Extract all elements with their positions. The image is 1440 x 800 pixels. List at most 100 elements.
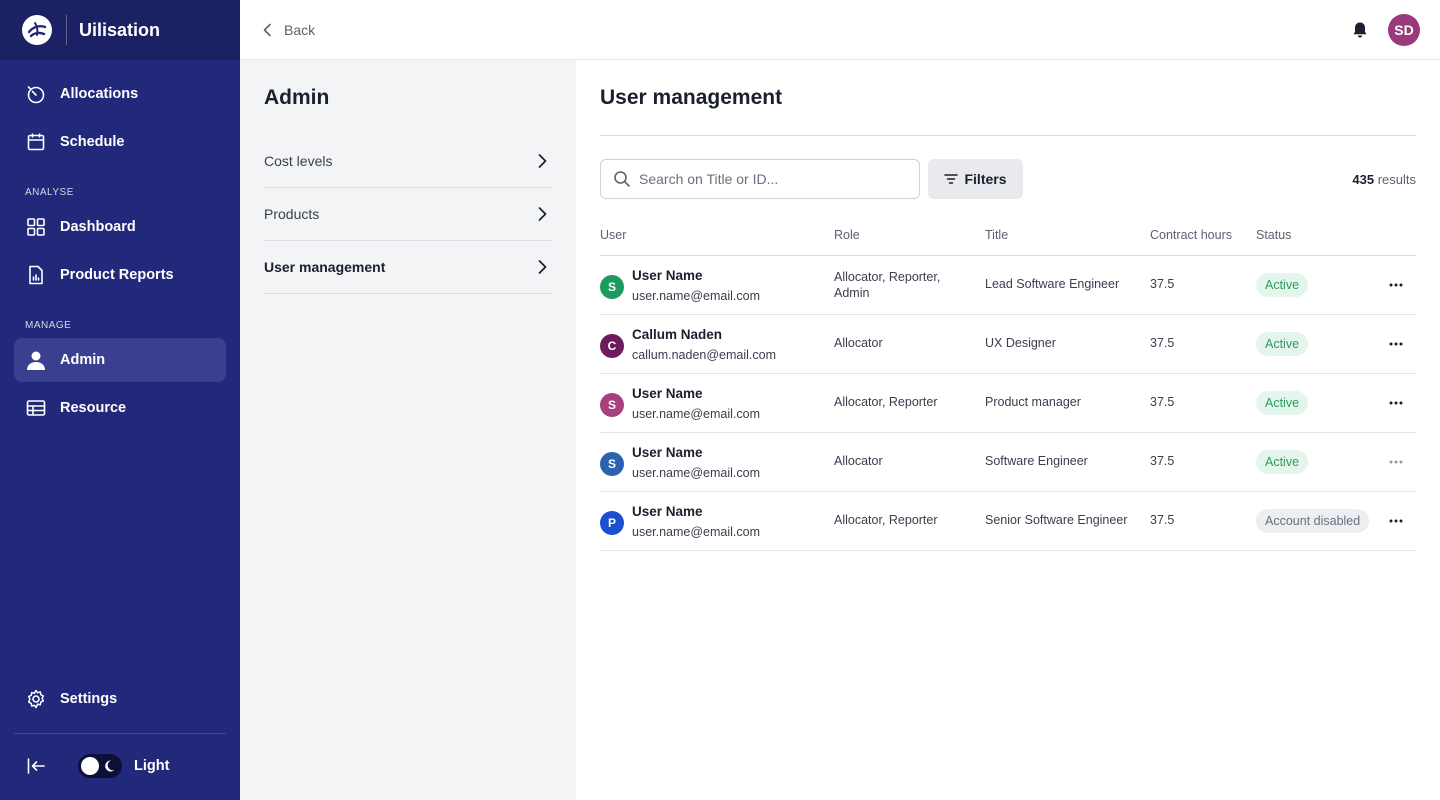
topbar: Back SD	[240, 0, 1440, 60]
theme-label: Light	[134, 758, 170, 774]
more-options-icon[interactable]	[1386, 452, 1406, 472]
brand-name: Uilisation	[79, 19, 161, 40]
user-icon	[26, 350, 46, 370]
user-table: User Role Title Contract hours Status S …	[600, 219, 1416, 551]
admin-item-label: Cost levels	[264, 153, 333, 169]
theme-toggle[interactable]	[78, 754, 122, 778]
user-name: Callum Naden	[632, 327, 723, 342]
toggle-knob	[81, 757, 99, 775]
table-row[interactable]: S User Name user.name@email.com Allocato…	[600, 433, 1416, 492]
sidebar-item-admin[interactable]: Admin	[14, 338, 226, 382]
nav-section-manage: MANAGE	[25, 320, 72, 331]
user-title: UX Designer	[985, 336, 1056, 350]
column-header-status[interactable]: Status	[1256, 228, 1291, 242]
sidebar-item-resource[interactable]: Resource	[14, 386, 226, 430]
sidebar-item-label: Dashboard	[60, 219, 136, 235]
sidebar-item-dashboard[interactable]: Dashboard	[14, 205, 226, 249]
status-badge: Active	[1256, 273, 1309, 297]
user-name: User Name	[632, 268, 703, 283]
admin-item-products[interactable]: Products	[264, 188, 552, 241]
results-count: 435 results	[1352, 172, 1416, 187]
moon-icon	[105, 760, 115, 772]
table-row[interactable]: S User Name user.name@email.com Allocato…	[600, 256, 1416, 315]
admin-item-cost-levels[interactable]: Cost levels	[264, 135, 552, 188]
status-badge: Account disabled	[1256, 509, 1370, 533]
brand-logo-icon	[22, 15, 52, 45]
table-header: User Role Title Contract hours Status	[600, 219, 1416, 256]
report-icon	[26, 265, 46, 285]
user-name: User Name	[632, 445, 703, 460]
back-button[interactable]: Back	[262, 20, 315, 40]
user-avatar: P	[600, 511, 624, 535]
chevron-right-icon	[538, 260, 547, 274]
filters-button[interactable]: Filters	[928, 159, 1023, 199]
user-avatar: S	[600, 393, 624, 417]
chevron-left-icon	[262, 20, 276, 40]
sidebar-item-schedule[interactable]: Schedule	[14, 120, 226, 164]
user-email: callum.naden@email.com	[632, 348, 777, 362]
avatar[interactable]: SD	[1388, 14, 1420, 46]
calendar-icon	[26, 132, 46, 152]
search-box[interactable]	[600, 159, 920, 199]
admin-title: Admin	[264, 86, 330, 109]
user-title: Software Engineer	[985, 454, 1088, 468]
sidebar-item-label: Product Reports	[60, 267, 174, 283]
user-avatar: S	[600, 452, 624, 476]
status-badge: Active	[1256, 332, 1309, 356]
collapse-sidebar-icon[interactable]	[26, 756, 46, 776]
user-title: Product manager	[985, 395, 1081, 409]
user-role: Allocator	[834, 454, 883, 468]
admin-panel: Admin Cost levels Products User manageme…	[240, 60, 576, 800]
grid-icon	[26, 217, 46, 237]
sidebar-item-label: Resource	[60, 400, 127, 416]
more-options-icon[interactable]	[1386, 511, 1406, 531]
sidebar-item-label: Settings	[60, 691, 118, 707]
back-label: Back	[284, 22, 316, 38]
search-input[interactable]	[639, 171, 909, 187]
user-title: Lead Software Engineer	[985, 277, 1120, 291]
chevron-right-icon	[538, 207, 547, 221]
sidebar-item-allocations[interactable]: Allocations	[14, 72, 226, 116]
status-badge: Active	[1256, 450, 1309, 474]
user-email: user.name@email.com	[632, 525, 761, 539]
column-header-title[interactable]: Title	[985, 228, 1008, 242]
table-row[interactable]: C Callum Naden callum.naden@email.com Al…	[600, 315, 1416, 374]
search-icon	[614, 171, 630, 187]
status-badge: Active	[1256, 391, 1309, 415]
user-name: User Name	[632, 504, 703, 519]
sidebar-divider	[14, 733, 226, 734]
filters-label: Filters	[964, 171, 1007, 187]
table-icon	[26, 398, 46, 418]
results-number: 435	[1352, 172, 1375, 187]
main-content: User management Filters 435 results User…	[576, 60, 1440, 800]
brand: Uilisation	[0, 0, 240, 60]
column-header-contract-hours[interactable]: Contract hours	[1150, 228, 1232, 242]
timer-icon	[26, 84, 46, 104]
more-options-icon[interactable]	[1386, 275, 1406, 295]
bell-icon[interactable]	[1350, 20, 1370, 40]
user-avatar: S	[600, 275, 624, 299]
page-title: User management	[600, 86, 783, 109]
user-name: User Name	[632, 386, 703, 401]
user-email: user.name@email.com	[632, 466, 761, 480]
admin-item-user-management[interactable]: User management	[264, 241, 552, 294]
sidebar-item-product-reports[interactable]: Product Reports	[14, 253, 226, 297]
contract-hours: 37.5	[1150, 277, 1175, 291]
admin-item-label: User management	[264, 259, 386, 275]
sidebar-item-label: Admin	[60, 352, 106, 368]
nav-section-analyse: ANALYSE	[25, 187, 74, 198]
table-row[interactable]: P User Name user.name@email.com Allocato…	[600, 492, 1416, 551]
column-header-user[interactable]: User	[600, 228, 626, 242]
more-options-icon[interactable]	[1386, 393, 1406, 413]
contract-hours: 37.5	[1150, 336, 1175, 350]
user-email: user.name@email.com	[632, 289, 761, 303]
column-header-role[interactable]: Role	[834, 228, 860, 242]
table-row[interactable]: S User Name user.name@email.com Allocato…	[600, 374, 1416, 433]
more-options-icon[interactable]	[1386, 334, 1406, 354]
results-label: results	[1377, 172, 1416, 187]
admin-item-label: Products	[264, 206, 320, 222]
contract-hours: 37.5	[1150, 454, 1175, 468]
sidebar-item-settings[interactable]: Settings	[14, 677, 226, 721]
user-role: Allocator, Reporter	[834, 513, 938, 527]
user-role: Allocator	[834, 336, 883, 350]
